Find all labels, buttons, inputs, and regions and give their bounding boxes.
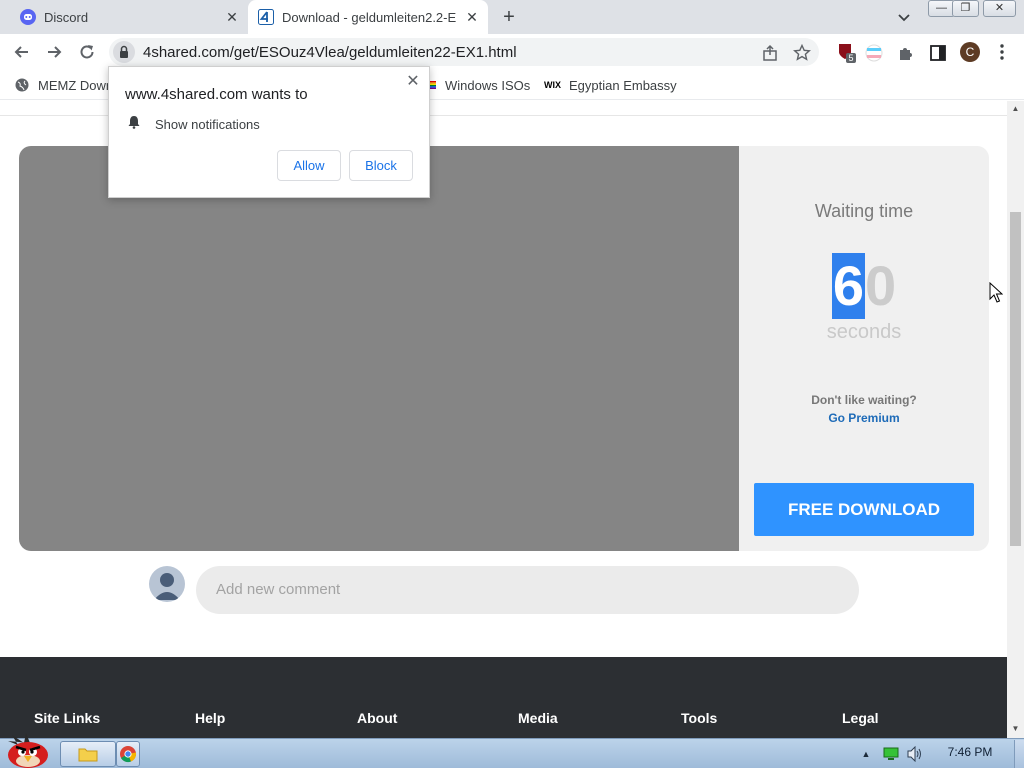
folder-icon xyxy=(78,748,98,762)
notification-permission-popup: www.4shared.com wants to ✕ Show notifica… xyxy=(108,66,430,198)
url-text[interactable]: 4shared.com/get/ESOuz4Vlea/geldumleiten2… xyxy=(143,44,517,61)
new-tab-button[interactable]: + xyxy=(498,6,520,28)
chrome-icon xyxy=(120,746,137,763)
go-premium-link[interactable]: Go Premium xyxy=(739,411,989,425)
waiting-time-label: Waiting time xyxy=(814,201,914,221)
lock-icon xyxy=(120,45,128,58)
footer-legal[interactable]: Legal xyxy=(842,710,879,726)
bell-icon xyxy=(128,116,140,129)
close-window-button[interactable]: ✕ xyxy=(983,0,1016,17)
start-button-icon[interactable] xyxy=(2,731,50,768)
bookmark-star-icon[interactable] xyxy=(793,44,811,62)
scrollbar-thumb[interactable] xyxy=(1010,212,1021,546)
tab-title: Discord xyxy=(44,9,89,25)
preview-area xyxy=(19,146,739,551)
share-icon[interactable] xyxy=(761,44,779,62)
bookmark-windows-isos[interactable]: Windows ISOs xyxy=(428,76,530,94)
browser-toolbar: 4shared.com/get/ESOuz4Vlea/geldumleiten2… xyxy=(0,34,1024,70)
extension-shield[interactable]: 5 xyxy=(836,42,858,64)
close-icon[interactable]: ✕ xyxy=(405,74,421,90)
puzzle-icon[interactable] xyxy=(897,44,915,62)
tab-title: Download - geldumleiten2.2-E xyxy=(282,9,457,25)
bookmark-label: Egyptian Embassy xyxy=(569,77,677,93)
restore-button[interactable]: ❐ xyxy=(952,0,979,17)
free-download-button[interactable]: FREE DOWNLOAD xyxy=(754,483,974,536)
wix-icon: WIX xyxy=(544,80,561,90)
show-hidden-icons[interactable]: ▲ xyxy=(860,748,872,760)
trans-flag-icon[interactable] xyxy=(865,44,883,62)
footer-media[interactable]: Media xyxy=(518,710,558,726)
comment-input[interactable]: Add new comment xyxy=(196,566,859,614)
more-menu-icon[interactable] xyxy=(994,43,1010,61)
scroll-down-icon[interactable]: ▼ xyxy=(1010,724,1021,734)
chevron-down-icon[interactable] xyxy=(896,9,912,25)
tab-strip: Discord ✕ Download - geldumleiten2.2-E ✕… xyxy=(0,0,1024,34)
network-icon[interactable] xyxy=(883,747,899,761)
countdown-selected-digit: 6 xyxy=(831,253,865,319)
minimize-button[interactable]: — xyxy=(928,0,955,17)
footer-tools[interactable]: Tools xyxy=(681,710,717,726)
footer-site-links[interactable]: Site Links xyxy=(34,710,100,726)
close-tab-icon[interactable]: ✕ xyxy=(464,9,480,25)
bookmark-label: Windows ISOs xyxy=(445,77,531,93)
reload-icon[interactable] xyxy=(77,42,97,62)
bookmark-memz[interactable]: MEMZ Down xyxy=(15,76,113,94)
countdown-digit: 0 xyxy=(865,254,897,317)
permission-text: Show notifications xyxy=(155,117,260,132)
profile-avatar[interactable]: C xyxy=(960,42,980,62)
avatar xyxy=(149,566,185,602)
footer-help[interactable]: Help xyxy=(195,710,225,726)
allow-button[interactable]: Allow xyxy=(277,150,341,181)
taskbar-explorer[interactable] xyxy=(60,741,116,767)
scroll-up-icon[interactable]: ▲ xyxy=(1010,104,1021,114)
taskbar-clock[interactable]: 7:46 PM xyxy=(938,745,1002,759)
globe-icon xyxy=(15,78,29,92)
forward-arrow-icon[interactable] xyxy=(44,42,64,62)
bookmark-label: MEMZ Down xyxy=(38,77,114,93)
bookmark-egyptian-embassy[interactable]: WIX Egyptian Embassy xyxy=(544,76,677,94)
tab-discord[interactable]: Discord ✕ xyxy=(8,0,248,34)
volume-icon[interactable] xyxy=(906,746,924,762)
tab-download[interactable]: Download - geldumleiten2.2-E ✕ xyxy=(248,0,488,34)
show-desktop-button[interactable] xyxy=(1014,740,1024,768)
taskbar-chrome[interactable] xyxy=(116,741,140,767)
site-info-button[interactable] xyxy=(113,41,135,63)
4shared-icon xyxy=(258,9,274,25)
site-footer: Site Links Help About Media Tools Legal xyxy=(0,657,1007,738)
dont-like-waiting-text: Don't like waiting? xyxy=(811,393,917,407)
popup-title: www.4shared.com wants to xyxy=(125,86,308,103)
seconds-label: seconds xyxy=(826,321,902,343)
discord-icon xyxy=(20,9,36,25)
side-panel-icon[interactable] xyxy=(929,44,947,62)
extension-badge: 5 xyxy=(848,53,854,63)
countdown-timer: 60 xyxy=(739,253,989,319)
back-arrow-icon[interactable] xyxy=(12,42,32,62)
user-icon xyxy=(154,573,180,600)
block-button[interactable]: Block xyxy=(349,150,413,181)
close-tab-icon[interactable]: ✕ xyxy=(224,9,240,25)
mouse-cursor-icon xyxy=(989,282,1003,303)
footer-about[interactable]: About xyxy=(357,710,397,726)
